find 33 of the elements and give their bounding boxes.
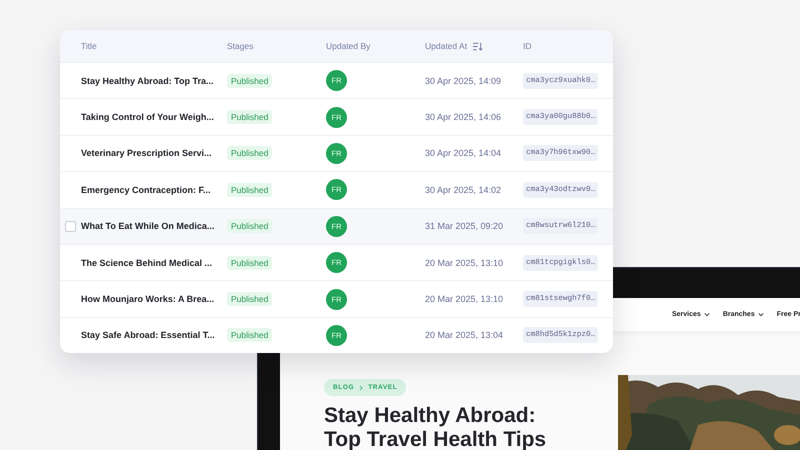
date-cell: 30 Apr 2025, 14:06 (425, 112, 502, 122)
date-cell: 31 Mar 2025, 09:20 (425, 221, 504, 232)
date-cell: 30 Apr 2025, 14:02 (425, 184, 502, 195)
column-header[interactable]: ID (523, 41, 613, 51)
sort-icon[interactable] (472, 42, 484, 50)
stage-badge: Published (227, 146, 272, 160)
chevron-icon (359, 384, 364, 390)
column-header[interactable]: Stages (227, 41, 326, 51)
stage-badge: Published (227, 182, 272, 197)
stage-badge: Published (227, 292, 272, 306)
article-heading: Stay Healthy Abroad: Top Travel Health Tips (324, 404, 548, 450)
column-header[interactable]: Updated By (326, 41, 425, 51)
title-cell: The Science Behind Medical ... (81, 258, 212, 268)
title-cell: Stay Healthy Abroad: Top Tra... (81, 76, 214, 86)
stage-badge: Published (227, 219, 272, 234)
date-cell: 20 Mar 2025, 13:10 (425, 258, 504, 268)
stage-badge: Published (227, 328, 272, 342)
date-cell: 20 Mar 2025, 13:10 (425, 294, 504, 304)
title-cell: What To Eat While On Medica... (81, 221, 214, 232)
date-cell: 30 Apr 2025, 14:04 (425, 148, 502, 158)
stage-badge: Published (227, 74, 272, 88)
title-cell: Taking Control of Your Weigh... (81, 112, 214, 122)
title-cell: Veterinary Prescription Servi... (81, 148, 212, 158)
title-cell: How Mounjaro Works: A Brea... (81, 294, 214, 304)
stage-badge: Published (227, 110, 272, 124)
date-cell: 20 Mar 2025, 13:04 (425, 330, 504, 340)
row-checkbox[interactable] (65, 220, 76, 232)
title-cell: Stay Safe Abroad: Essential T... (81, 330, 215, 340)
date-cell: 30 Apr 2025, 14:09 (425, 76, 502, 86)
column-header[interactable]: Title (60, 41, 227, 51)
title-cell: Emergency Contraception: F... (81, 184, 211, 195)
column-header[interactable]: Updated At (425, 41, 523, 51)
stage-badge: Published (227, 256, 272, 270)
